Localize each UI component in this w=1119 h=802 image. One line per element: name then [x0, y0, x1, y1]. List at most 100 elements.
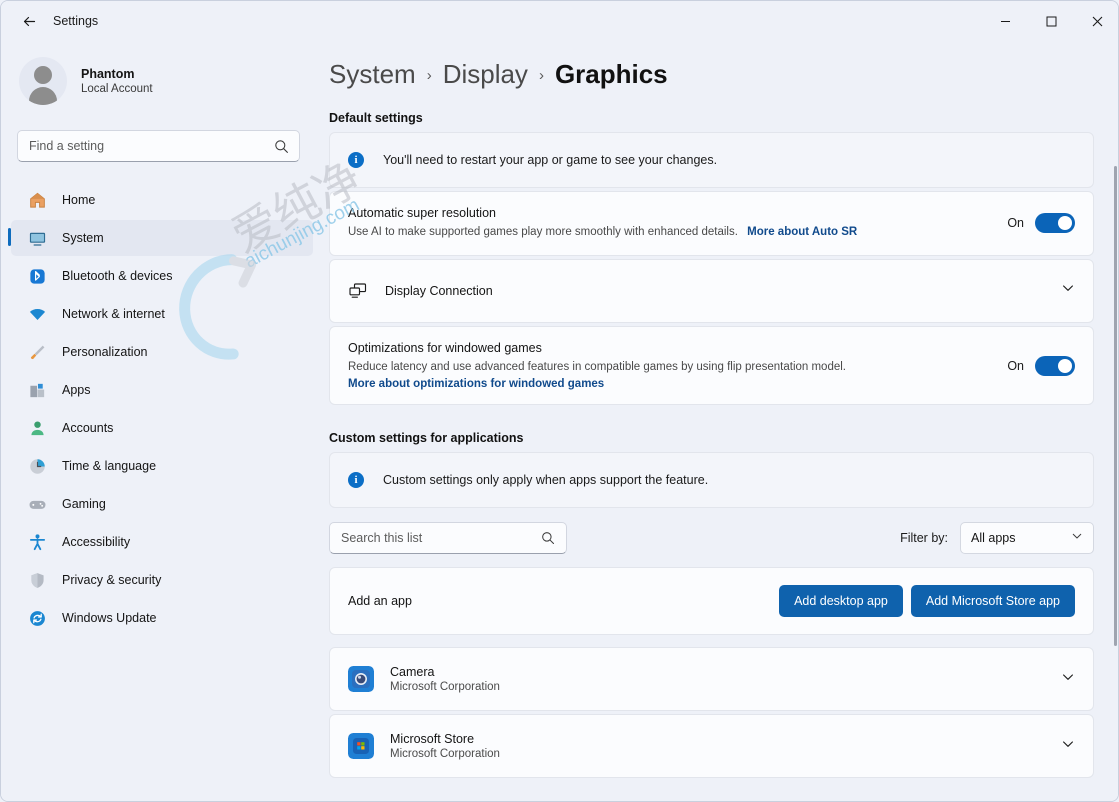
- add-microsoft-store-app-button[interactable]: Add Microsoft Store app: [911, 585, 1075, 617]
- sidebar-item-label: Time & language: [62, 459, 156, 473]
- sidebar-item-privacy-security[interactable]: Privacy & security: [11, 562, 313, 598]
- breadcrumb-system[interactable]: System: [329, 59, 416, 90]
- app-expander[interactable]: Microsoft Store Microsoft Corporation: [330, 715, 1093, 777]
- close-button[interactable]: [1074, 1, 1119, 41]
- sidebar-item-accounts[interactable]: Accounts: [11, 410, 313, 446]
- sidebar-item-accessibility[interactable]: Accessibility: [11, 524, 313, 560]
- default-settings-heading: Default settings: [329, 111, 1119, 125]
- filter-selected-value: All apps: [971, 531, 1015, 545]
- windowed-optimizations-title: Optimizations for windowed games: [348, 341, 991, 355]
- filter-dropdown[interactable]: All apps: [960, 522, 1094, 554]
- info-icon: i: [348, 472, 364, 488]
- search-placeholder: Find a setting: [29, 139, 104, 153]
- list-controls: Search this list Filter by: All apps: [329, 522, 1094, 554]
- sidebar-item-windows-update[interactable]: Windows Update: [11, 600, 313, 636]
- auto-sr-title: Automatic super resolution: [348, 206, 991, 220]
- minimize-icon: [1000, 16, 1011, 27]
- sidebar-item-label: Home: [62, 193, 95, 207]
- sidebar-item-apps[interactable]: Apps: [11, 372, 313, 408]
- windowed-optimizations-description: Reduce latency and use advanced features…: [348, 359, 991, 376]
- bluetooth-icon: [27, 266, 47, 286]
- auto-sr-card: Automatic super resolution Use AI to mak…: [329, 191, 1094, 256]
- sidebar-item-label: Windows Update: [62, 611, 157, 625]
- auto-sr-toggle-state: On: [1007, 216, 1024, 230]
- info-icon: i: [348, 152, 364, 168]
- filter-label: Filter by:: [900, 531, 948, 545]
- maximize-button[interactable]: [1028, 1, 1074, 41]
- sidebar-item-network-internet[interactable]: Network & internet: [11, 296, 313, 332]
- custom-settings-heading: Custom settings for applications: [329, 431, 1119, 445]
- accessibility-person-icon: [27, 532, 47, 552]
- camera-app-icon: [348, 666, 374, 692]
- auto-sr-toggle[interactable]: [1035, 213, 1075, 233]
- chevron-down-icon: [1061, 737, 1075, 756]
- profile-account-type: Local Account: [81, 83, 153, 95]
- sidebar-item-home[interactable]: Home: [11, 182, 313, 218]
- system-monitor-icon: [27, 228, 47, 248]
- update-refresh-icon: [27, 608, 47, 628]
- list-search-input[interactable]: Search this list: [329, 522, 567, 554]
- display-connection-title: Display Connection: [385, 284, 493, 298]
- vertical-scrollbar[interactable]: [1114, 166, 1117, 646]
- sidebar-item-label: Gaming: [62, 497, 106, 511]
- sidebar-item-label: Bluetooth & devices: [62, 269, 173, 283]
- window-controls: [982, 1, 1119, 41]
- sidebar-item-system[interactable]: System: [11, 220, 313, 256]
- chevron-down-icon: [1061, 670, 1075, 689]
- breadcrumb-separator: ›: [539, 67, 544, 84]
- close-icon: [1092, 16, 1103, 27]
- main-content: System › Display › Graphics Default sett…: [321, 41, 1119, 802]
- two-monitors-icon: [348, 282, 370, 300]
- restart-notice-text: You'll need to restart your app or game …: [383, 153, 717, 167]
- app-publisher: Microsoft Corporation: [390, 681, 500, 693]
- windowed-optimizations-card: Optimizations for windowed games Reduce …: [329, 326, 1094, 406]
- home-icon: [27, 190, 47, 210]
- sidebar: Phantom Local Account Find a setting Hom…: [1, 41, 321, 802]
- title-bar: Settings: [1, 1, 1119, 41]
- profile-block[interactable]: Phantom Local Account: [19, 57, 321, 105]
- windowed-optimizations-toggle[interactable]: [1035, 356, 1075, 376]
- back-button[interactable]: [11, 6, 47, 36]
- sidebar-item-label: Accessibility: [62, 535, 130, 549]
- display-connection-expander[interactable]: Display Connection: [330, 260, 1093, 322]
- microsoft-store-app-icon: [348, 733, 374, 759]
- avatar: [19, 57, 67, 105]
- gamepad-icon: [27, 494, 47, 514]
- maximize-icon: [1046, 16, 1057, 27]
- chevron-down-icon: [1071, 529, 1083, 547]
- search-icon: [274, 139, 289, 154]
- add-desktop-app-button[interactable]: Add desktop app: [779, 585, 903, 617]
- clock-icon: [27, 456, 47, 476]
- app-row-microsoft-store: Microsoft Store Microsoft Corporation: [329, 714, 1094, 778]
- minimize-button[interactable]: [982, 1, 1028, 41]
- app-publisher: Microsoft Corporation: [390, 748, 500, 760]
- wifi-icon: [27, 304, 47, 324]
- settings-window: Settings: [0, 0, 1119, 802]
- profile-name: Phantom: [81, 67, 153, 81]
- sidebar-item-time-language[interactable]: Time & language: [11, 448, 313, 484]
- sidebar-item-label: System: [62, 231, 104, 245]
- restart-notice-banner: i You'll need to restart your app or gam…: [329, 132, 1094, 188]
- search-input[interactable]: Find a setting: [17, 130, 300, 162]
- sidebar-item-personalization[interactable]: Personalization: [11, 334, 313, 370]
- sidebar-item-label: Privacy & security: [62, 573, 161, 587]
- sidebar-item-bluetooth-devices[interactable]: Bluetooth & devices: [11, 258, 313, 294]
- navigation-list: Home System: [1, 182, 321, 636]
- windowed-optimizations-learn-more-link[interactable]: More about optimizations for windowed ga…: [348, 378, 991, 390]
- back-arrow-icon: [21, 13, 38, 30]
- list-search-placeholder: Search this list: [341, 531, 422, 545]
- auto-sr-learn-more-link[interactable]: More about Auto SR: [747, 226, 857, 238]
- app-row-camera: Camera Microsoft Corporation: [329, 647, 1094, 711]
- app-name: Microsoft Store: [390, 732, 500, 746]
- apps-grid-icon: [27, 380, 47, 400]
- breadcrumb: System › Display › Graphics: [329, 59, 1119, 90]
- sidebar-item-label: Network & internet: [62, 307, 165, 321]
- breadcrumb-display[interactable]: Display: [443, 59, 528, 90]
- sidebar-item-gaming[interactable]: Gaming: [11, 486, 313, 522]
- chevron-down-icon: [1061, 281, 1075, 300]
- paintbrush-icon: [27, 342, 47, 362]
- app-title: Settings: [53, 14, 98, 28]
- windowed-optimizations-toggle-state: On: [1007, 359, 1024, 373]
- app-expander[interactable]: Camera Microsoft Corporation: [330, 648, 1093, 710]
- account-person-icon: [27, 418, 47, 438]
